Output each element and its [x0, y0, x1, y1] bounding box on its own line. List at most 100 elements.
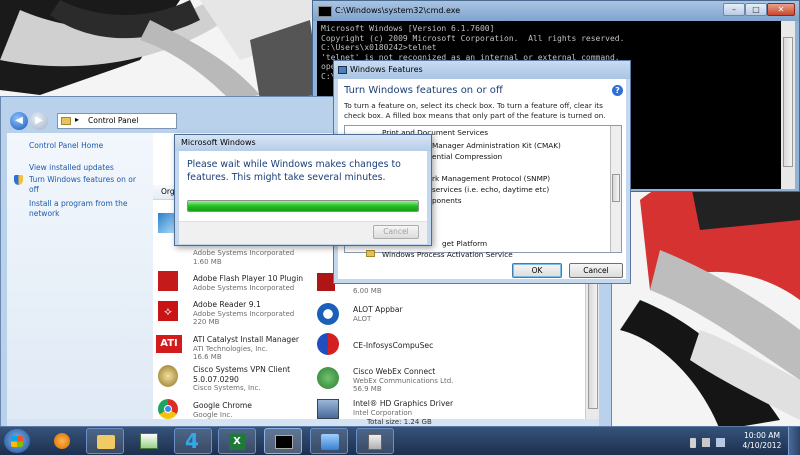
shield-icon [14, 175, 23, 185]
palm-icon [140, 433, 158, 449]
system-tray: 10:00 AM 4/10/2012 [680, 430, 800, 454]
clock-time: 10:00 AM [743, 431, 781, 440]
number-four-icon: 4 [185, 429, 199, 453]
back-button[interactable]: ◀ [10, 112, 28, 130]
cmd-line: Copyright (c) 2009 Microsoft Corporation… [321, 33, 625, 43]
feature-item[interactable]: get Platform [442, 239, 487, 248]
taskbar-explorer-button[interactable] [86, 428, 124, 454]
feature-item[interactable]: ential Compression [432, 152, 502, 161]
progress-bar-fill [188, 201, 418, 211]
program-name: Cisco Systems VPN Client 5.0.07.0290 [193, 365, 291, 384]
webex-icon [317, 367, 339, 389]
features-window-icon [338, 66, 347, 74]
feature-item[interactable]: services (i.e. echo, daytime etc) [432, 185, 549, 194]
cisco-vpn-icon [158, 365, 178, 387]
control-panel-home-link[interactable]: Control Panel Home [29, 141, 103, 151]
features-ok-button[interactable]: OK [512, 263, 562, 278]
turn-windows-features-link[interactable]: Turn Windows features on or off [29, 175, 147, 195]
cmd-icon [275, 435, 293, 449]
program-item[interactable]: Cisco WebEx Connect WebEx Communications… [353, 367, 503, 394]
progress-title: Microsoft Windows [181, 138, 256, 147]
install-from-network-link[interactable]: Install a program from the network [29, 199, 145, 219]
feature-item[interactable]: rk Management Protocol (SNMP) [432, 174, 550, 183]
tray-clock[interactable]: 10:00 AM 4/10/2012 [734, 431, 790, 451]
taskbar-app-4-button[interactable]: 4 [174, 428, 212, 454]
program-item[interactable]: CE-InfosysCompuSec [353, 341, 503, 351]
media-player-icon [54, 433, 70, 449]
features-description: To turn a feature on, select its check b… [344, 101, 606, 120]
program-publisher: Adobe Systems Incorporated [193, 249, 295, 257]
flash-player-icon [158, 271, 178, 291]
start-button[interactable] [4, 429, 30, 453]
progress-dialog[interactable]: Microsoft Windows Please wait while Wind… [174, 134, 432, 246]
program-publisher: Intel Corporation [353, 408, 413, 417]
progress-cancel-button[interactable]: Cancel [373, 225, 419, 239]
program-name: ALOT Appbar [353, 305, 403, 314]
tray-flag-icon[interactable] [702, 438, 710, 447]
feature-item[interactable]: Manager Administration Kit (CMAK) [432, 141, 561, 150]
program-item[interactable]: Adobe Systems Incorporated 1.60 MB [193, 249, 343, 266]
cp-sidebar: Control Panel Home View installed update… [7, 133, 153, 425]
desktop: C:\Windows\system32\cmd.exe – □ ✕ Micros… [0, 0, 800, 455]
chrome-icon [158, 399, 178, 419]
folder-icon [366, 250, 375, 257]
ati-icon: ATI [156, 335, 182, 353]
program-item[interactable]: ALOT Appbar ALOT [353, 305, 503, 323]
program-item[interactable]: Intel® HD Graphics Driver Intel Corporat… [353, 399, 503, 417]
features-heading: Turn Windows features on or off [344, 85, 503, 96]
view-installed-updates-link[interactable]: View installed updates [29, 163, 114, 173]
taskbar-control-panel-button[interactable] [310, 428, 348, 454]
total-size-status: Total size: 1.24 GB [367, 418, 432, 426]
show-desktop-button[interactable] [788, 427, 800, 455]
breadcrumb-control-panel[interactable]: Control Panel [88, 116, 138, 125]
cmd-line: Microsoft Windows [Version 6.1.7600] [321, 24, 495, 33]
features-titlebar[interactable]: Windows Features [334, 61, 630, 79]
cmd-line: C:\Users\x0180242>telnet [321, 43, 437, 52]
forward-button[interactable]: ▶ [30, 112, 48, 130]
program-size: 56.9 MB [353, 385, 382, 393]
features-cancel-button[interactable]: Cancel [569, 263, 623, 278]
folder-icon [61, 117, 71, 125]
cmd-maximize-button[interactable]: □ [745, 3, 767, 16]
cmd-close-button[interactable]: ✕ [767, 3, 795, 16]
adobe-reader-icon: ⟡ [158, 301, 178, 321]
folder-icon [97, 435, 115, 449]
cmd-title: C:\Windows\system32\cmd.exe [335, 6, 461, 15]
progress-titlebar[interactable]: Microsoft Windows [175, 135, 431, 151]
program-name: CE-InfosysCompuSec [353, 341, 434, 350]
intel-graphics-icon [317, 399, 339, 419]
address-bar[interactable]: ▸ Control Panel [57, 113, 177, 129]
program-publisher: WebEx Communications Ltd. [353, 376, 454, 385]
compusec-icon [317, 333, 339, 355]
program-publisher: ALOT [353, 314, 372, 323]
taskbar-app-button[interactable] [130, 428, 168, 454]
organize-button[interactable]: Org [161, 187, 175, 196]
help-icon[interactable]: ? [612, 85, 623, 96]
program-size: 16.6 MB [193, 353, 222, 361]
cmd-icon [318, 6, 332, 17]
taskbar-cmd-button[interactable] [264, 428, 302, 454]
feature-item[interactable]: ponents [432, 196, 462, 205]
installer-icon [368, 434, 382, 450]
cmd-scrollbar[interactable] [781, 21, 795, 189]
taskbar-media-player-button[interactable] [44, 428, 82, 454]
tray-battery-icon[interactable] [690, 438, 696, 448]
control-panel-icon [321, 434, 339, 450]
taskbar-excel-button[interactable]: X [218, 428, 256, 454]
progress-bar [187, 200, 419, 212]
taskbar-installer-button[interactable] [356, 428, 394, 454]
program-name: Cisco WebEx Connect [353, 367, 436, 376]
program-item[interactable]: 6.00 MB [353, 287, 503, 296]
cmd-minimize-button[interactable]: – [723, 3, 745, 16]
alot-icon [317, 303, 339, 325]
features-title: Windows Features [350, 65, 423, 74]
feature-item[interactable]: Windows Process Activation Service [382, 250, 513, 259]
tray-network-icon[interactable] [716, 438, 725, 447]
excel-icon: X [229, 434, 245, 450]
breadcrumb-arrow-icon: ▸ [75, 115, 80, 124]
progress-message: Please wait while Windows makes changes … [187, 159, 401, 183]
progress-body: Please wait while Windows makes changes … [179, 151, 427, 244]
program-name: Intel® HD Graphics Driver [353, 399, 454, 408]
features-scrollbar[interactable] [610, 126, 621, 252]
program-size: 6.00 MB [353, 287, 382, 295]
